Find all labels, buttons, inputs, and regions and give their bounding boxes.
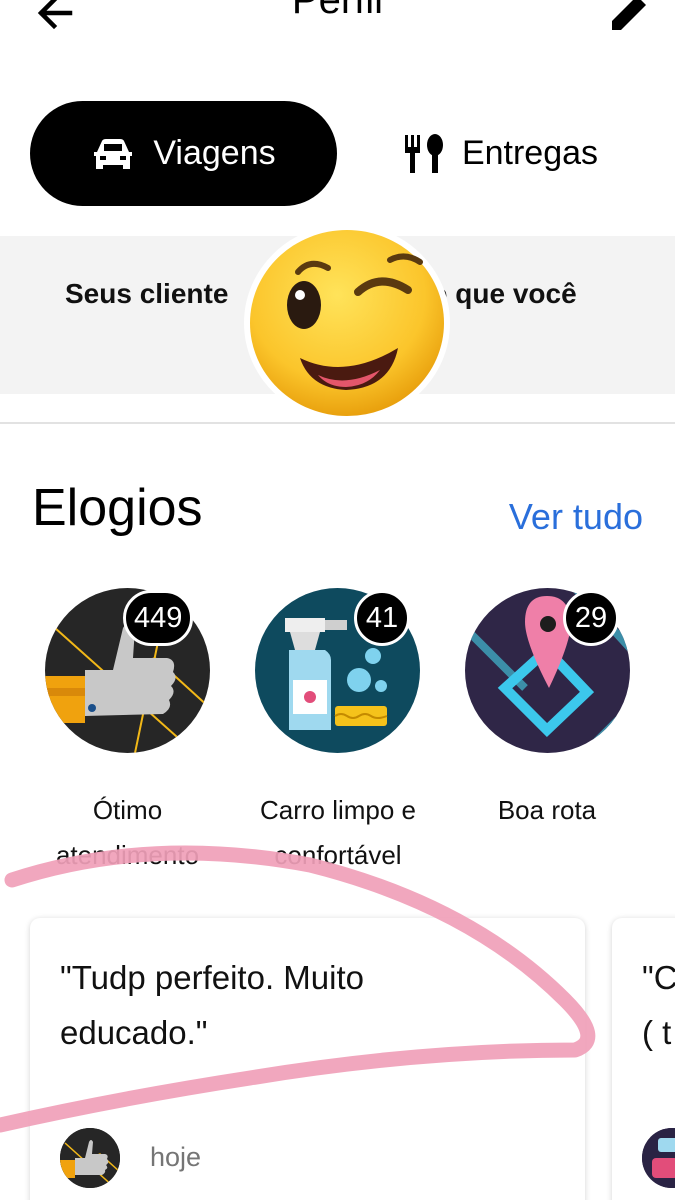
- divider: [0, 422, 675, 424]
- tab-viagens[interactable]: Viagens: [30, 101, 337, 206]
- edit-button[interactable]: [604, 0, 654, 38]
- pencil-icon: [612, 0, 646, 30]
- tab-entregas-label: Entregas: [461, 134, 599, 172]
- compliment-count: 29: [563, 590, 619, 646]
- compliment-count: 41: [354, 590, 410, 646]
- car-icon: [94, 138, 133, 169]
- tab-entregas[interactable]: Entregas: [360, 101, 640, 206]
- compliment-label: Boa rota: [497, 795, 597, 825]
- avatar: [60, 1128, 120, 1188]
- review-quote: "C ( t: [642, 959, 675, 1051]
- review-card[interactable]: "Tudp perfeito. Muito educado." hoje: [30, 918, 585, 1200]
- profile-screen: Perfil Viagens Entregas Seus cliente o q…: [0, 0, 675, 1200]
- avatar: [642, 1128, 675, 1188]
- fork-spoon-icon: [404, 133, 443, 173]
- see-all-link[interactable]: Ver tudo: [509, 496, 643, 538]
- compliment-count: 449: [123, 590, 194, 646]
- compliment-label: Ótimo atendimento: [55, 795, 200, 870]
- page-title: Perfil: [291, 0, 384, 22]
- banner-text-left: Seus cliente: [65, 278, 229, 309]
- review-quote: "Tudp perfeito. Muito educado.": [60, 959, 364, 1051]
- review-time: hoje: [150, 1142, 202, 1172]
- review-card[interactable]: "C ( t: [612, 918, 675, 1200]
- tab-viagens-label: Viagens: [153, 134, 276, 172]
- compliments-title: Elogios: [32, 479, 203, 537]
- compliment-label: Carro limpo e confortável: [259, 795, 417, 870]
- top-bar: Perfil: [0, 0, 675, 60]
- winking-face-emoji: [244, 224, 450, 422]
